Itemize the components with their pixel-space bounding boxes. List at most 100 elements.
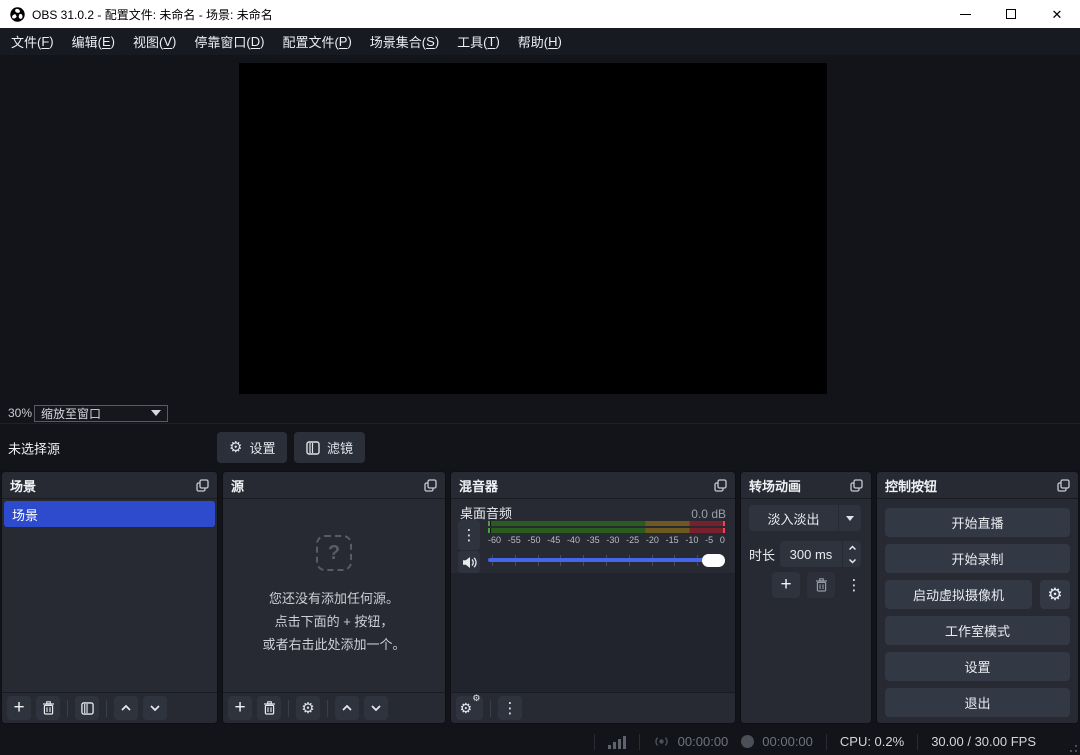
sources-dock-header: 源 <box>223 472 445 499</box>
duration-down-button[interactable] <box>843 554 861 567</box>
sources-empty-line: 点击下面的 + 按钮， <box>275 610 394 633</box>
start-virtual-camera-button[interactable]: 启动虚拟摄像机 <box>885 580 1032 609</box>
toolbar-separator <box>490 700 491 717</box>
statusbar-separator <box>917 734 918 750</box>
statusbar-separator <box>826 734 827 750</box>
close-button[interactable]: ✕ <box>1034 0 1080 28</box>
source-properties-button[interactable]: ⚙ <box>296 696 320 720</box>
zoom-mode-value: 缩放至窗口 <box>41 405 101 422</box>
duration-input[interactable]: 300 ms <box>780 541 861 567</box>
chevron-up-icon <box>341 704 353 712</box>
speaker-icon <box>462 556 477 569</box>
remove-transition-button[interactable] <box>807 572 835 598</box>
question-icon: ? <box>316 535 352 571</box>
transitions-dock-title: 转场动画 <box>749 476 801 495</box>
no-source-label: 未选择源 <box>8 438 60 457</box>
move-source-down-button[interactable] <box>364 696 388 720</box>
trash-icon <box>263 701 276 715</box>
popup-icon[interactable] <box>196 479 209 492</box>
combo-arrow <box>838 505 861 531</box>
transitions-dock: 转场动画 淡入淡出 时长 300 ms <box>740 471 872 724</box>
move-scene-down-button[interactable] <box>143 696 167 720</box>
db-tick-label: -15 <box>666 535 679 545</box>
popup-icon[interactable] <box>850 479 863 492</box>
zoom-mode-select[interactable]: 缩放至窗口 <box>34 405 168 422</box>
chevron-down-icon <box>149 704 161 712</box>
popup-icon[interactable] <box>1057 479 1070 492</box>
popup-icon[interactable] <box>714 479 727 492</box>
gear-icon: ⚙ <box>1047 585 1062 605</box>
add-transition-button[interactable]: + <box>772 572 800 598</box>
exit-button[interactable]: 退出 <box>885 688 1070 717</box>
scenes-dock: 场景 场景 + <box>1 471 218 724</box>
add-scene-button[interactable]: + <box>7 696 31 720</box>
window-title: OBS 31.0.2 - 配置文件: 未命名 - 场景: 未命名 <box>32 6 273 23</box>
slider-track <box>488 558 725 562</box>
network-signal-icon <box>608 735 626 749</box>
remove-scene-button[interactable] <box>36 696 60 720</box>
duration-row: 时长 300 ms <box>749 541 861 567</box>
menu-item-tools[interactable]: 工具(T) <box>448 28 509 55</box>
toolbar-separator <box>327 700 328 717</box>
record-status: 00:00:00 <box>741 734 813 749</box>
preview-canvas[interactable] <box>239 63 827 394</box>
mute-button[interactable] <box>458 551 480 573</box>
trash-icon <box>42 701 55 715</box>
selected-source-toolbar: 未选择源 ⚙ 设置 滤镜 <box>0 423 1080 471</box>
menu-item-scene-collection[interactable]: 场景集合(S) <box>361 28 448 55</box>
minimize-button[interactable] <box>942 0 988 28</box>
dots-vertical-icon: ⋮ <box>503 701 518 716</box>
scene-filters-button[interactable] <box>75 696 99 720</box>
add-source-button[interactable]: + <box>228 696 252 720</box>
mixer-menu-button[interactable]: ⋮ <box>498 696 522 720</box>
gear-icon: ⚙ <box>229 440 242 455</box>
source-filters-label: 滤镜 <box>327 438 353 457</box>
volume-slider-handle[interactable] <box>702 554 725 567</box>
menu-item-help[interactable]: 帮助(H) <box>509 28 571 55</box>
source-filters-button[interactable]: 滤镜 <box>294 432 365 463</box>
stream-time: 00:00:00 <box>678 734 729 749</box>
move-scene-up-button[interactable] <box>114 696 138 720</box>
statusbar: 00:00:00 00:00:00 CPU: 0.2% 30.00 / 30.0… <box>0 728 1080 755</box>
duration-value: 300 ms <box>780 541 842 567</box>
advanced-audio-button[interactable]: ⚙⚙ <box>456 696 483 720</box>
obs-window: OBS 31.0.2 - 配置文件: 未命名 - 场景: 未命名 ✕ 文件(F)… <box>0 0 1080 755</box>
menu-item-file[interactable]: 文件(F) <box>2 28 63 55</box>
transition-menu-button[interactable]: ⋮ <box>845 572 863 598</box>
volume-slider[interactable] <box>488 554 725 567</box>
sources-empty-state[interactable]: ? 您还没有添加任何源。 点击下面的 + 按钮， 或者右击此处添加一个。 <box>223 500 445 691</box>
chevron-up-icon <box>120 704 132 712</box>
settings-button[interactable]: 设置 <box>885 652 1070 681</box>
channel-level: 0.0 dB <box>691 507 726 521</box>
db-tick-label: -25 <box>626 535 639 545</box>
virtual-camera-settings-button[interactable]: ⚙ <box>1040 580 1070 609</box>
menu-item-view[interactable]: 视图(V) <box>124 28 185 55</box>
popup-icon[interactable] <box>424 479 437 492</box>
channel-menu-button[interactable]: ⋮ <box>458 520 480 550</box>
remove-source-button[interactable] <box>257 696 281 720</box>
menu-item-docks[interactable]: 停靠窗口(D) <box>185 28 273 55</box>
gear-icon: ⚙ <box>301 701 314 716</box>
transition-select[interactable]: 淡入淡出 <box>749 505 861 531</box>
start-recording-button[interactable]: 开始录制 <box>885 544 1070 573</box>
resize-grip[interactable] <box>1069 744 1077 752</box>
scene-list-item[interactable]: 场景 <box>4 501 215 527</box>
move-source-up-button[interactable] <box>335 696 359 720</box>
duration-up-button[interactable] <box>843 541 861 554</box>
dots-vertical-icon: ⋮ <box>462 528 477 543</box>
db-tick-label: -60 <box>488 535 501 545</box>
controls-dock-title: 控制按钮 <box>885 476 937 495</box>
chevron-down-icon <box>370 704 382 712</box>
source-settings-button[interactable]: ⚙ 设置 <box>217 432 287 463</box>
studio-mode-button[interactable]: 工作室模式 <box>885 616 1070 645</box>
db-tick-label: -55 <box>508 535 521 545</box>
volume-meter: -60-55-50-45-40-35-30-25-20-15-10-50 <box>488 521 725 545</box>
db-tick-label: -40 <box>567 535 580 545</box>
menu-item-profile[interactable]: 配置文件(P) <box>273 28 360 55</box>
db-scale: -60-55-50-45-40-35-30-25-20-15-10-50 <box>488 535 725 545</box>
menu-item-edit[interactable]: 编辑(E) <box>63 28 124 55</box>
obs-logo-icon <box>10 7 25 22</box>
start-streaming-button[interactable]: 开始直播 <box>885 508 1070 537</box>
maximize-button[interactable] <box>988 0 1034 28</box>
mixer-toolbar: ⚙⚙ ⋮ <box>451 692 735 723</box>
